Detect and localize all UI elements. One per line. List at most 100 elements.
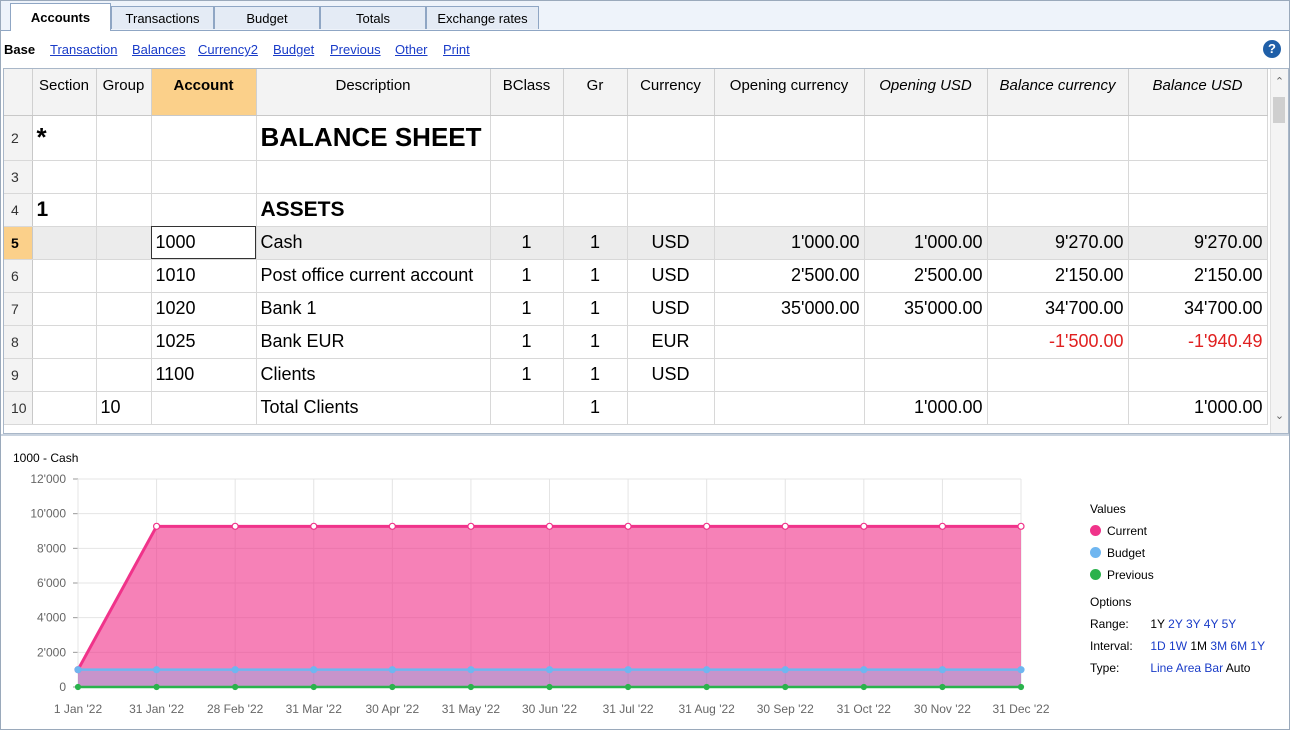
cell-bclass[interactable]: 1 xyxy=(490,259,564,293)
type-option-line[interactable]: Line xyxy=(1150,661,1173,675)
data-point-previous[interactable] xyxy=(624,683,632,691)
cell-currency[interactable]: USD xyxy=(627,292,715,326)
cell-gr[interactable] xyxy=(563,115,628,161)
type-option-area[interactable]: Area xyxy=(1176,661,1201,675)
data-point-current[interactable] xyxy=(231,522,239,530)
cell-group[interactable] xyxy=(96,259,152,293)
table-row[interactable]: 8 1025 Bank EUR 1 1 EUR -1'500.00 -1'940… xyxy=(4,325,1268,359)
tab-exchange-rates[interactable]: Exchange rates xyxy=(426,6,539,29)
table-row[interactable]: 2 * BALANCE SHEET xyxy=(4,115,1268,161)
range-option-3y[interactable]: 3Y xyxy=(1186,617,1200,631)
view-link-budget[interactable]: Budget xyxy=(273,42,314,57)
cell-bclass[interactable] xyxy=(490,193,564,227)
cell-gr[interactable]: 1 xyxy=(563,226,628,260)
cell-balance-currency[interactable] xyxy=(987,193,1129,227)
tab-budget[interactable]: Budget xyxy=(214,6,320,29)
cell-group[interactable] xyxy=(96,226,152,260)
col-header-opening-usd[interactable]: Opening USD xyxy=(864,69,988,116)
cell-opening-currency[interactable]: 2'500.00 xyxy=(714,259,865,293)
data-point-current[interactable] xyxy=(545,522,554,530)
cell-balance-usd[interactable]: 1'000.00 xyxy=(1128,391,1268,425)
col-header-group[interactable]: Group xyxy=(96,69,152,116)
row-number[interactable]: 3 xyxy=(4,160,33,194)
data-point-budget[interactable] xyxy=(703,666,711,674)
data-point-budget[interactable] xyxy=(467,666,475,674)
cell-balance-currency[interactable] xyxy=(987,160,1129,194)
view-link-balances[interactable]: Balances xyxy=(132,42,185,57)
cell-account[interactable]: 1010 xyxy=(151,259,257,293)
data-point-current[interactable] xyxy=(467,522,475,530)
cell-gr[interactable]: 1 xyxy=(563,391,628,425)
cell-section[interactable] xyxy=(32,358,97,392)
cell-gr[interactable] xyxy=(563,193,628,227)
cell-balance-currency[interactable]: 9'270.00 xyxy=(987,226,1129,260)
cell-account[interactable]: 1025 xyxy=(151,325,257,359)
cell-bclass[interactable]: 1 xyxy=(490,226,564,260)
cell-group[interactable] xyxy=(96,160,152,194)
view-link-other[interactable]: Other xyxy=(395,42,428,57)
interval-option-1d[interactable]: 1D xyxy=(1150,639,1165,653)
cell-account[interactable]: 1100 xyxy=(151,358,257,392)
data-point-current[interactable] xyxy=(703,522,711,530)
cell-section[interactable] xyxy=(32,325,97,359)
cell-description[interactable]: Cash xyxy=(256,226,491,260)
data-point-current[interactable] xyxy=(152,522,161,530)
cell-opening-currency[interactable] xyxy=(714,325,865,359)
table-row[interactable]: 10 10 Total Clients 1 1'000.00 1'000.00 xyxy=(4,391,1268,425)
cell-currency[interactable] xyxy=(627,391,715,425)
cell-opening-currency[interactable]: 35'000.00 xyxy=(714,292,865,326)
data-point-budget[interactable] xyxy=(781,666,789,674)
row-number[interactable]: 7 xyxy=(4,292,33,326)
data-point-budget[interactable] xyxy=(388,666,396,674)
table-row[interactable]: 6 1010 Post office current account 1 1 U… xyxy=(4,259,1268,293)
table-row[interactable]: 3 xyxy=(4,160,1268,194)
data-point-budget[interactable] xyxy=(74,666,82,674)
col-header-currency[interactable]: Currency xyxy=(627,69,715,116)
data-point-current[interactable] xyxy=(388,522,396,530)
data-point-previous[interactable] xyxy=(546,683,553,691)
cell-account[interactable] xyxy=(151,391,257,425)
data-point-current[interactable] xyxy=(860,522,868,530)
scroll-thumb[interactable] xyxy=(1273,97,1285,123)
cell-section[interactable] xyxy=(32,226,97,260)
cell-account[interactable]: 1020 xyxy=(151,292,257,326)
interval-option-1w[interactable]: 1W xyxy=(1169,639,1187,653)
data-point-budget[interactable] xyxy=(624,666,632,674)
interval-option-1m[interactable]: 1M xyxy=(1190,639,1207,653)
data-point-previous[interactable] xyxy=(703,683,710,691)
interval-option-3m[interactable]: 3M xyxy=(1210,639,1227,653)
cell-currency[interactable] xyxy=(627,115,715,161)
legend-item-previous[interactable]: Previous xyxy=(1090,564,1265,586)
cell-section[interactable]: * xyxy=(32,115,97,161)
cell-group[interactable] xyxy=(96,325,152,359)
cell-balance-usd[interactable]: 2'150.00 xyxy=(1128,259,1268,293)
view-link-transaction[interactable]: Transaction xyxy=(50,42,117,57)
range-option-2y[interactable]: 2Y xyxy=(1168,617,1182,631)
cell-balance-usd[interactable]: 9'270.00 xyxy=(1128,226,1268,260)
cell-description[interactable]: Post office current account xyxy=(256,259,491,293)
range-option-5y[interactable]: 5Y xyxy=(1222,617,1237,631)
cell-balance-currency[interactable] xyxy=(987,115,1129,161)
data-point-previous[interactable] xyxy=(939,683,946,691)
cell-section[interactable] xyxy=(32,292,97,326)
type-option-bar[interactable]: Bar xyxy=(1204,661,1223,675)
data-point-current[interactable] xyxy=(624,522,632,530)
cell-description[interactable]: Total Clients xyxy=(256,391,491,425)
data-point-current[interactable] xyxy=(938,522,947,530)
vertical-scrollbar[interactable]: ⌃ ⌄ xyxy=(1270,69,1288,433)
cell-section[interactable] xyxy=(32,160,97,194)
cell-group[interactable] xyxy=(96,358,152,392)
data-point-previous[interactable] xyxy=(74,683,82,691)
data-point-previous[interactable] xyxy=(782,683,789,691)
data-point-previous[interactable] xyxy=(467,683,475,691)
cell-gr[interactable]: 1 xyxy=(563,259,628,293)
cell-group[interactable] xyxy=(96,115,152,161)
cell-currency[interactable]: USD xyxy=(627,226,715,260)
scroll-up-icon[interactable]: ⌃ xyxy=(1271,75,1288,88)
col-header-description[interactable]: Description xyxy=(256,69,491,116)
cell-description[interactable]: ASSETS xyxy=(256,193,491,227)
cell-opening-usd[interactable] xyxy=(864,160,988,194)
cell-gr[interactable]: 1 xyxy=(563,358,628,392)
type-option-auto[interactable]: Auto xyxy=(1226,661,1251,675)
interval-option-1y[interactable]: 1Y xyxy=(1250,639,1265,653)
